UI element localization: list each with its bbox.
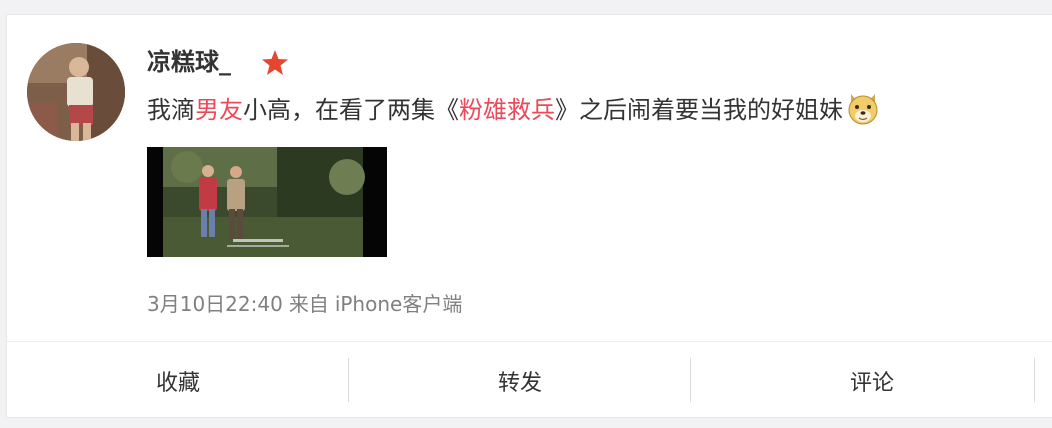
comment-button[interactable]: 评论 — [691, 342, 1052, 419]
video-thumbnail[interactable] — [147, 147, 387, 257]
post-text-segment: 小高，在看了两集《 — [243, 96, 459, 124]
username[interactable]: 凉糕球_ — [147, 45, 231, 79]
post-text-segment: 我滴 — [147, 96, 195, 124]
post-meta: 3月10日22:40 来自 iPhone客户端 — [147, 287, 462, 321]
divider — [1034, 358, 1035, 402]
comment-label: 评论 — [849, 370, 894, 396]
favorite-label: 收藏 — [155, 370, 200, 396]
favorite-button[interactable]: 收藏 — [7, 342, 349, 419]
post-text-highlight[interactable]: 粉雄救兵 — [459, 96, 555, 124]
source-client[interactable]: iPhone客户端 — [335, 292, 463, 316]
post-text-segment: 》之后闹着要当我的好姐妹 — [555, 96, 843, 124]
post-text-highlight[interactable]: 男友 — [195, 96, 243, 124]
repost-label: 转发 — [497, 370, 542, 396]
avatar[interactable] — [27, 43, 125, 141]
weibo-post-card: 凉糕球_ 我滴男友小高，在看了两集《粉雄救兵》之后闹着要当我的好姐妹 3月10日… — [6, 14, 1052, 418]
star-icon[interactable] — [259, 47, 291, 79]
action-bar: 收藏 转发 评论 — [7, 341, 1052, 419]
doge-emoji-icon — [848, 94, 878, 125]
source-prefix: 来自 — [288, 292, 329, 316]
post-text: 我滴男友小高，在看了两集《粉雄救兵》之后闹着要当我的好姐妹 — [147, 89, 881, 131]
repost-button[interactable]: 转发 — [349, 342, 691, 419]
avatar-image — [27, 43, 125, 141]
timestamp[interactable]: 3月10日22:40 — [147, 292, 283, 316]
video-frame-image — [147, 147, 387, 257]
